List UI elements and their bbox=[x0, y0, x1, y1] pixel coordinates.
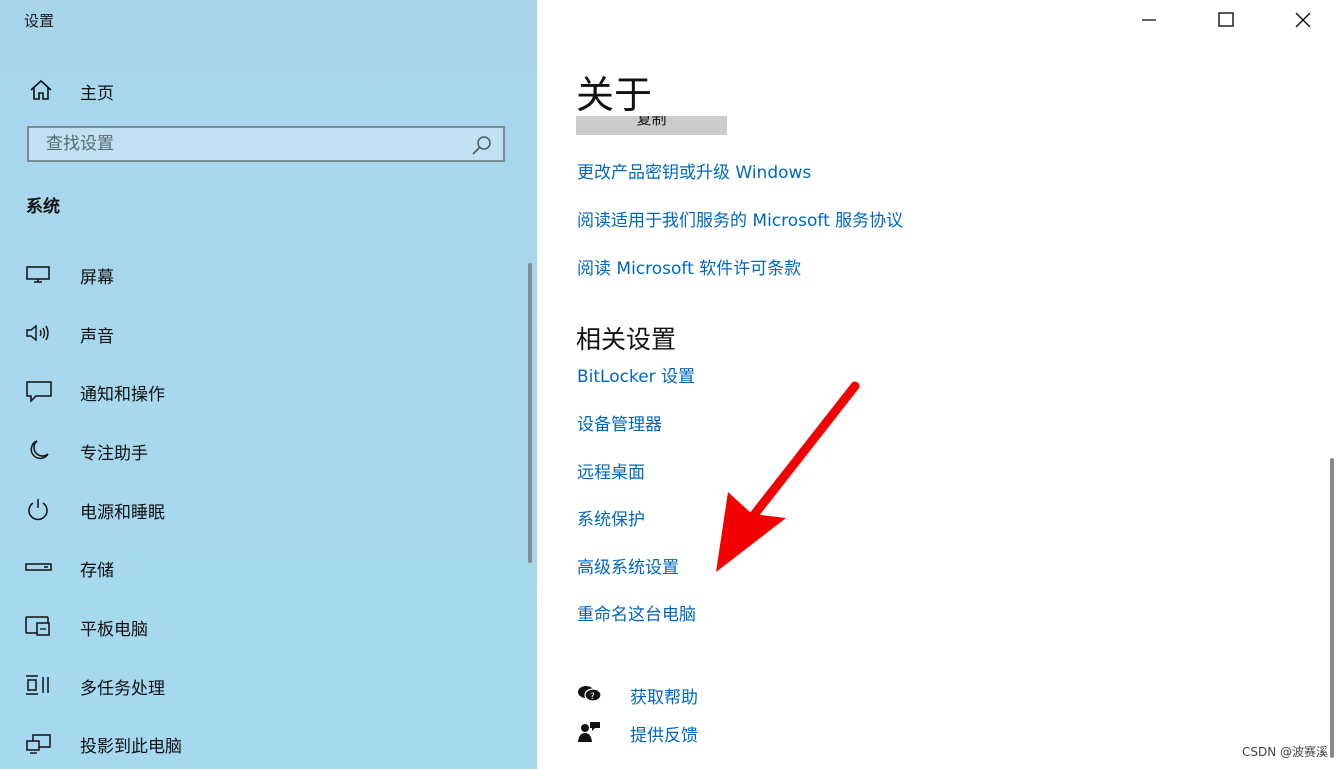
speaker-icon bbox=[26, 324, 49, 342]
related-settings-title: 相关设置 bbox=[576, 325, 677, 354]
home-icon bbox=[30, 79, 52, 100]
project-icon bbox=[26, 734, 51, 754]
nav-item-label: 专注助手 bbox=[80, 444, 148, 464]
maximize-icon bbox=[1218, 12, 1234, 27]
nav-item-label: 投影到此电脑 bbox=[80, 737, 182, 757]
notification-icon bbox=[26, 381, 52, 403]
moon-icon bbox=[30, 440, 49, 460]
link-device-manager[interactable]: 设备管理器 bbox=[577, 410, 662, 435]
nav-item-project[interactable]: 投影到此电脑 bbox=[0, 721, 520, 765]
link-services-agreement[interactable]: 阅读适用于我们服务的 Microsoft 服务协议 bbox=[577, 206, 903, 231]
search-box[interactable] bbox=[27, 126, 505, 162]
nav-item-label: 电源和睡眠 bbox=[80, 503, 165, 523]
close-icon bbox=[1295, 12, 1311, 28]
watermark: CSDN @波赛溪 bbox=[1241, 745, 1328, 759]
nav-item-focus-assist[interactable]: 专注助手 bbox=[0, 428, 520, 472]
search-icon[interactable] bbox=[471, 135, 493, 155]
link-bitlocker-settings[interactable]: BitLocker 设置 bbox=[577, 362, 695, 387]
nav-scrollbar[interactable] bbox=[528, 263, 532, 563]
get-help-label: 获取帮助 bbox=[630, 688, 698, 708]
link-license-terms[interactable]: 阅读 Microsoft 软件许可条款 bbox=[577, 254, 801, 279]
minimize-button[interactable] bbox=[1126, 4, 1172, 36]
nav-home-label: 主页 bbox=[80, 84, 114, 104]
content-pane: 关于 复制 更改产品密钥或升级 Windows 阅读适用于我们服务的 Micro… bbox=[537, 0, 1342, 769]
link-rename-pc[interactable]: 重命名这台电脑 bbox=[577, 600, 696, 625]
nav-home[interactable]: 主页 bbox=[0, 70, 537, 110]
multitask-icon bbox=[26, 675, 49, 695]
nav-item-tablet[interactable]: 平板电脑 bbox=[0, 604, 520, 648]
copy-button[interactable]: 复制 bbox=[576, 116, 727, 135]
link-advanced-system-settings[interactable]: 高级系统设置 bbox=[577, 553, 679, 578]
nav-item-label: 声音 bbox=[80, 327, 114, 347]
section-title-system: 系统 bbox=[26, 197, 60, 217]
annotation-arrow-icon bbox=[716, 381, 860, 572]
give-feedback-link[interactable]: 提供反馈 bbox=[574, 717, 874, 747]
nav-item-label: 多任务处理 bbox=[80, 679, 165, 699]
power-icon bbox=[28, 499, 48, 521]
feedback-person-icon bbox=[578, 722, 600, 742]
link-remote-desktop[interactable]: 远程桌面 bbox=[577, 458, 645, 483]
nav-item-label: 存储 bbox=[80, 561, 114, 581]
nav-item-notifications[interactable]: 通知和操作 bbox=[0, 369, 520, 413]
nav-item-label: 通知和操作 bbox=[80, 385, 165, 405]
nav-item-label: 屏幕 bbox=[80, 268, 114, 288]
nav-item-storage[interactable]: 存储 bbox=[0, 545, 520, 589]
maximize-button[interactable] bbox=[1202, 4, 1248, 36]
help-chat-icon: ? bbox=[578, 686, 602, 702]
tablet-icon bbox=[25, 616, 50, 636]
app-title: 设置 bbox=[24, 12, 55, 30]
nav-pane: 设置 主页 系统 屏幕 声音 bbox=[0, 0, 537, 769]
search-input[interactable] bbox=[29, 128, 466, 160]
minimize-icon bbox=[1142, 19, 1156, 21]
svg-text:?: ? bbox=[590, 692, 595, 702]
nav-item-label: 平板电脑 bbox=[80, 620, 148, 640]
nav-item-sound[interactable]: 声音 bbox=[0, 311, 520, 355]
link-change-product-key[interactable]: 更改产品密钥或升级 Windows bbox=[577, 158, 811, 183]
nav-item-display[interactable]: 屏幕 bbox=[0, 252, 520, 296]
get-help-link[interactable]: ? 获取帮助 bbox=[574, 679, 874, 709]
give-feedback-label: 提供反馈 bbox=[630, 726, 698, 746]
storage-icon bbox=[25, 563, 52, 571]
nav-item-power-sleep[interactable]: 电源和睡眠 bbox=[0, 487, 520, 531]
page-title: 关于 bbox=[576, 73, 653, 117]
nav-item-multitasking[interactable]: 多任务处理 bbox=[0, 663, 520, 707]
content-scrollbar[interactable] bbox=[1330, 458, 1334, 758]
close-button[interactable] bbox=[1280, 4, 1326, 36]
link-system-protection[interactable]: 系统保护 bbox=[577, 505, 645, 530]
display-icon bbox=[26, 266, 50, 283]
